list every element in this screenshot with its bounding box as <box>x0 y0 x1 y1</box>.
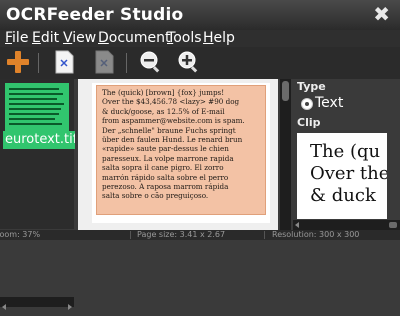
clip-line: The (qu <box>310 141 381 162</box>
scrollbar-thumb[interactable] <box>282 81 289 101</box>
add-icon[interactable] <box>6 50 30 74</box>
menu-document[interactable]: Document <box>98 30 171 47</box>
zoom-status: Zoom: 37% <box>0 230 41 239</box>
pages-panel: eurotext.tif <box>0 79 75 310</box>
menu-edit[interactable]: Edit <box>32 30 59 47</box>
text-line: paresseux. La volpe marrone rapida <box>102 153 234 163</box>
document-page: The (quick) [brown] {fox} jumps! Over th… <box>92 83 270 223</box>
clip-line: Over the <box>310 163 387 184</box>
zoom-out-icon[interactable] <box>138 50 162 74</box>
close-icon[interactable]: ✖ <box>373 2 390 26</box>
menu-bar: File Edit View Document Tools Help <box>0 30 400 47</box>
text-line: The (quick) [brown] {fox} jumps! <box>102 88 225 97</box>
canvas-vertical-scrollbar[interactable] <box>280 79 291 230</box>
menu-view[interactable]: View <box>63 30 96 47</box>
properties-horizontal-scrollbar[interactable] <box>293 220 400 230</box>
clip-heading: Clip <box>297 116 321 129</box>
remove-document-icon[interactable] <box>92 50 116 74</box>
text-line: marrón rápido salta sobre el perro <box>102 172 229 182</box>
scrollbar-thumb[interactable] <box>389 222 397 228</box>
zoom-in-icon[interactable] <box>176 50 200 74</box>
type-heading: Type <box>297 80 326 93</box>
text-line: salta sopra il cane pigro. El zorro <box>102 163 224 173</box>
text-line: & duck/goose, as 12.5% of E-mail <box>102 106 225 116</box>
properties-panel: Type Text Clip The (qu Over the & duck <box>293 79 400 230</box>
text-radio-button[interactable] <box>301 98 313 110</box>
toolbar <box>0 47 400 79</box>
text-line: über den faulen Hund. Le renard brun <box>102 135 243 145</box>
toolbar-separator <box>126 53 127 73</box>
text-line: Over the $43,456.78 <lazy> #90 dog <box>102 97 240 107</box>
text-line: from aspammer@website.com is spam. <box>102 116 245 126</box>
status-separator <box>130 231 131 239</box>
new-document-icon[interactable] <box>52 50 76 74</box>
status-bar: Zoom: 37% Page size: 3.41 x 2.67 Resolut… <box>0 230 400 240</box>
title-bar: OCRFeeder Studio ✖ <box>0 0 400 30</box>
window-title: OCRFeeder Studio <box>6 5 184 25</box>
status-separator <box>264 231 265 239</box>
clip-line: & duck <box>310 185 376 206</box>
document-canvas[interactable]: The (quick) [brown] {fox} jumps! Over th… <box>78 79 278 230</box>
page-size-status: Page size: 3.41 x 2.67 <box>137 230 226 239</box>
toolbar-separator <box>38 53 39 73</box>
text-line: salta sobre o cão preguiçoso. <box>102 191 209 201</box>
recognized-text: The (quick) [brown] {fox} jumps! Over th… <box>102 88 266 201</box>
menu-tools[interactable]: Tools <box>167 30 202 47</box>
resolution-status: Resolution: 300 x 300 <box>272 230 360 239</box>
text-line: Der „schnelle" braune Fuchs springt <box>102 125 236 135</box>
clip-preview: The (qu Over the & duck <box>297 133 387 219</box>
text-line: perezoso. A raposa marrom rápida <box>102 182 229 192</box>
page-thumbnail-label[interactable]: eurotext.tif <box>3 131 75 149</box>
menu-help[interactable]: Help <box>203 30 235 47</box>
text-radio-label[interactable]: Text <box>315 95 343 111</box>
menu-file[interactable]: File <box>5 30 28 47</box>
text-region[interactable]: The (quick) [brown] {fox} jumps! Over th… <box>96 85 266 215</box>
pages-horizontal-scrollbar[interactable] <box>0 297 74 310</box>
text-line: «rapide» saute par-dessus le chien <box>102 144 229 154</box>
page-thumbnail[interactable] <box>5 83 69 131</box>
